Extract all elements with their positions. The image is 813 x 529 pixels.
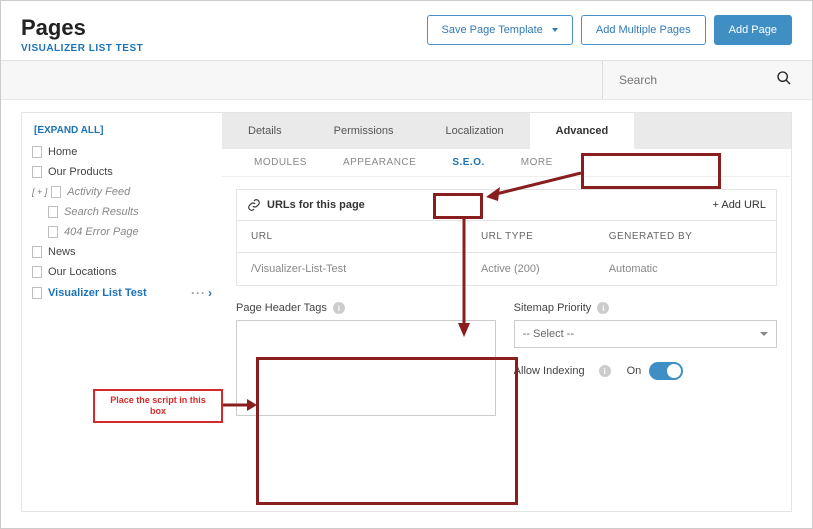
search-icon[interactable] xyxy=(776,70,792,91)
urls-table-head: URL URL TYPE GENERATED BY xyxy=(237,221,776,253)
page-icon xyxy=(32,287,42,299)
seo-panel: URLs for this page + Add URL URL URL TYP… xyxy=(222,177,791,433)
header: Pages VISUALIZER LIST TEST Save Page Tem… xyxy=(1,1,812,60)
sidebar: [EXPAND ALL] Home Our Products Activity Fe… xyxy=(22,113,222,511)
add-page-button[interactable]: Add Page xyxy=(714,15,792,45)
cell-url: /Visualizer-List-Test xyxy=(251,263,481,275)
page-icon xyxy=(48,226,58,238)
sidebar-item-label: Visualizer List Test xyxy=(48,287,147,299)
page-header-tags-textarea[interactable] xyxy=(236,320,496,416)
header-left: Pages VISUALIZER LIST TEST xyxy=(21,15,143,54)
sidebar-item[interactable]: Visualizer List Test ··· › xyxy=(30,282,214,304)
subtab-appearance[interactable]: APPEARANCE xyxy=(325,157,434,176)
chevron-right-icon: › xyxy=(208,286,212,300)
add-multiple-pages-button[interactable]: Add Multiple Pages xyxy=(581,15,706,45)
more-icon[interactable]: ··· xyxy=(189,286,208,300)
save-page-template-button[interactable]: Save Page Template xyxy=(427,15,573,45)
save-page-template-label: Save Page Template xyxy=(442,24,543,36)
tab-details[interactable]: Details xyxy=(222,113,308,149)
sidebar-item[interactable]: 404 Error Page xyxy=(30,222,214,242)
caret-down-icon xyxy=(552,28,558,32)
sidebar-item[interactable]: News xyxy=(30,242,214,262)
tab-localization[interactable]: Localization xyxy=(420,113,530,149)
page-icon xyxy=(32,246,42,258)
search-wrap xyxy=(602,61,792,99)
sidebar-item[interactable]: Activity Feed xyxy=(30,182,214,202)
expand-all-link[interactable]: [EXPAND ALL] xyxy=(30,125,214,136)
sidebar-item-label: Activity Feed xyxy=(67,186,130,198)
page-icon xyxy=(51,186,61,198)
sidebar-item-label: Search Results xyxy=(64,206,139,218)
sitemap-selected: -- Select -- xyxy=(523,328,574,340)
sidebar-item-label: 404 Error Page xyxy=(64,226,139,238)
allow-indexing-label: Allow Indexing xyxy=(514,365,585,377)
page-icon xyxy=(32,266,42,278)
allow-indexing-state: On xyxy=(627,365,642,377)
info-icon[interactable]: i xyxy=(333,302,345,314)
urls-head: URLs for this page + Add URL xyxy=(237,190,776,221)
link-icon xyxy=(247,198,261,212)
sidebar-item[interactable]: Our Locations xyxy=(30,262,214,282)
sitemap-priority-label: Sitemap Priority i xyxy=(514,302,777,314)
tab-advanced[interactable]: Advanced xyxy=(530,113,635,149)
right-pane: Sitemap Priority i -- Select -- Allow In… xyxy=(514,302,777,421)
sidebar-item-label: Our Locations xyxy=(48,266,116,278)
add-multiple-pages-label: Add Multiple Pages xyxy=(596,24,691,36)
sidebar-item-label: News xyxy=(48,246,76,258)
caret-down-icon xyxy=(760,332,768,336)
page-header-tags-field: Page Header Tags i xyxy=(236,302,496,421)
sidebar-item[interactable]: Home xyxy=(30,142,214,162)
allow-indexing-toggle[interactable] xyxy=(649,362,683,380)
info-icon[interactable]: i xyxy=(599,365,611,377)
content-card: [EXPAND ALL] Home Our Products Activity Fe… xyxy=(21,112,792,512)
sidebar-item-label: Home xyxy=(48,146,77,158)
cell-generated: Automatic xyxy=(609,263,762,275)
info-icon[interactable]: i xyxy=(597,302,609,314)
page-header-tags-label: Page Header Tags i xyxy=(236,302,496,314)
search-input[interactable] xyxy=(619,73,759,87)
page-icon xyxy=(32,146,42,158)
lower-form: Page Header Tags i Sitemap Priority i --… xyxy=(236,302,777,421)
page-subtitle: VISUALIZER LIST TEST xyxy=(21,43,143,54)
add-url-button[interactable]: + Add URL xyxy=(712,199,766,211)
sitemap-priority-select[interactable]: -- Select -- xyxy=(514,320,777,348)
col-url: URL xyxy=(251,231,481,242)
urls-section-title: URLs for this page xyxy=(267,199,365,211)
header-actions: Save Page Template Add Multiple Pages Ad… xyxy=(427,15,792,45)
table-row: /Visualizer-List-Test Active (200) Autom… xyxy=(237,253,776,285)
add-page-label: Add Page xyxy=(729,24,777,36)
subtab-more[interactable]: MORE xyxy=(503,157,571,176)
sidebar-item[interactable]: Search Results xyxy=(30,202,214,222)
main-panel: DetailsPermissionsLocalizationAdvanced M… xyxy=(222,113,791,511)
col-generated: GENERATED BY xyxy=(609,231,762,242)
page-icon xyxy=(48,206,58,218)
page-icon xyxy=(32,166,42,178)
subtab-seo[interactable]: S.E.O. xyxy=(434,157,502,176)
page-tree: Home Our Products Activity Feed Search Resu… xyxy=(30,142,214,304)
page-title: Pages xyxy=(21,15,143,41)
urls-block: URLs for this page + Add URL URL URL TYP… xyxy=(236,189,777,286)
sidebar-item[interactable]: Our Products xyxy=(30,162,214,182)
allow-indexing-row: Allow Indexing i On xyxy=(514,362,777,380)
subtab-modules[interactable]: MODULES xyxy=(236,157,325,176)
primary-tabs: DetailsPermissionsLocalizationAdvanced xyxy=(222,113,791,149)
cell-type: Active (200) xyxy=(481,263,609,275)
col-type: URL TYPE xyxy=(481,231,609,242)
searchbar xyxy=(1,60,812,100)
sidebar-item-label: Our Products xyxy=(48,166,113,178)
tab-permissions[interactable]: Permissions xyxy=(308,113,420,149)
secondary-tabs: MODULESAPPEARANCES.E.O.MORE xyxy=(222,149,791,177)
